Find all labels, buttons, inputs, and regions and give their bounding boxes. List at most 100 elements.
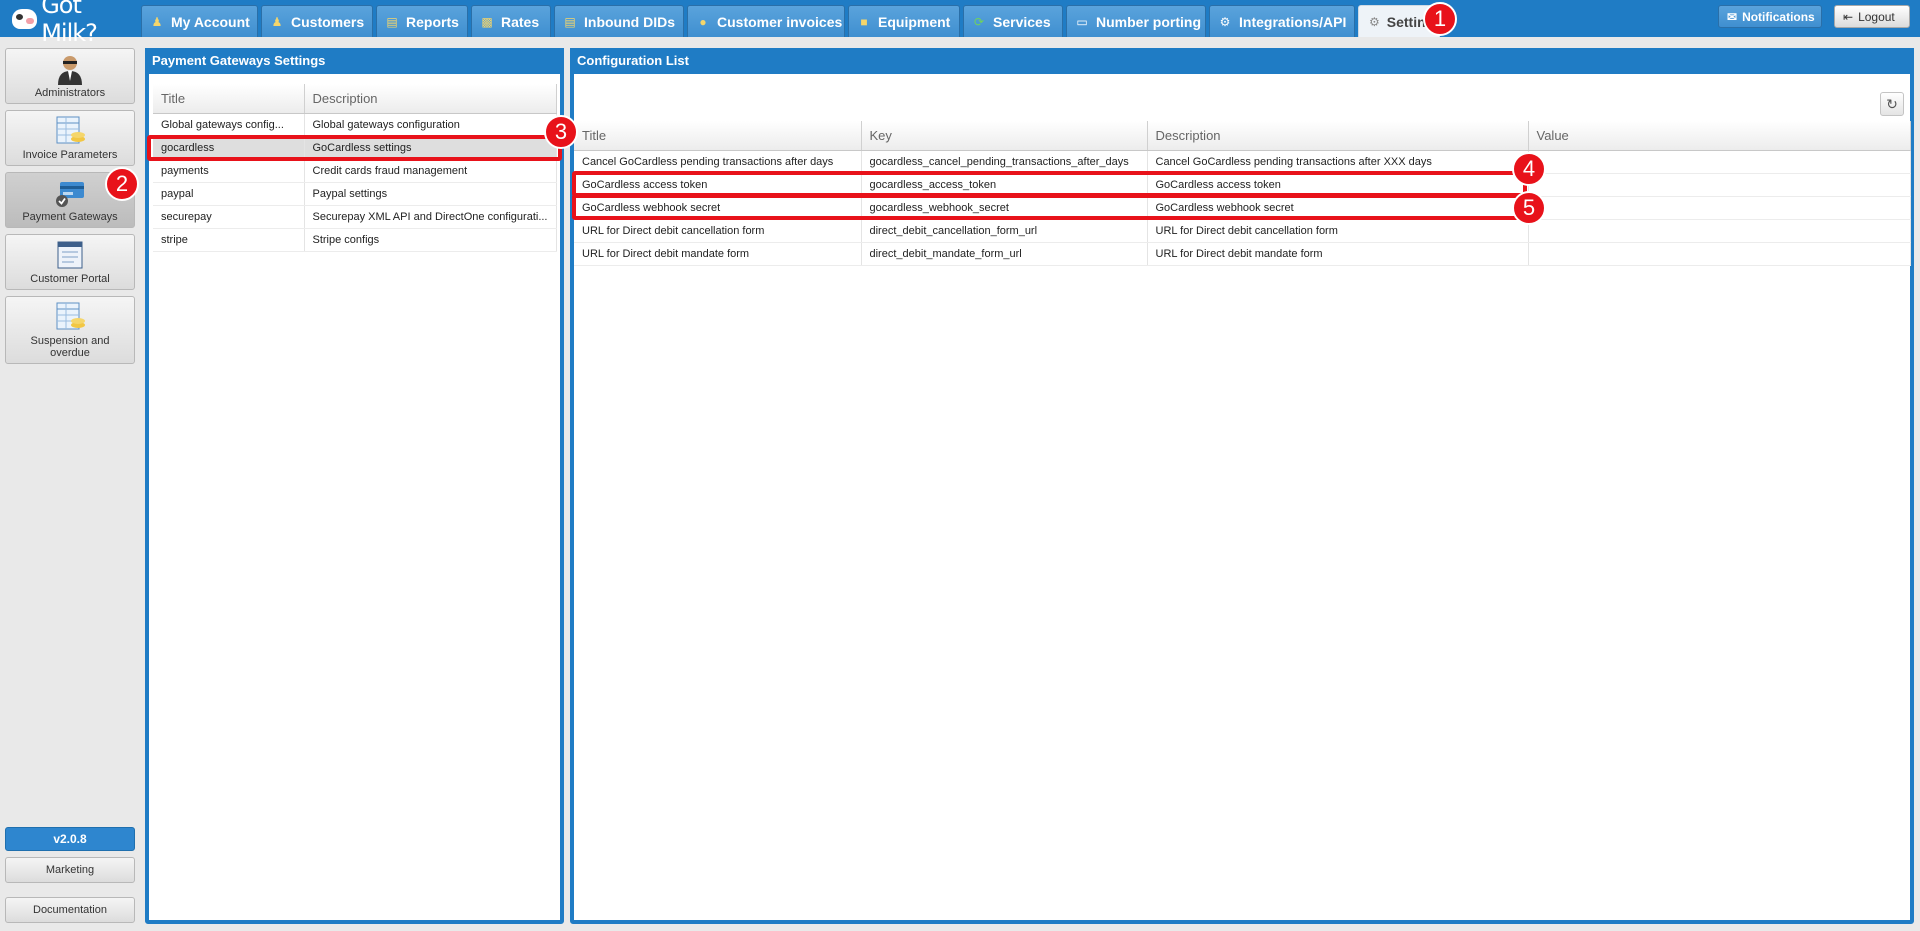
cell-title: Cancel GoCardless pending transactions a… [574,150,862,174]
payment-gateways-panel: Payment Gateways Settings Title Descript… [145,48,564,924]
table-row[interactable]: stripe Stripe configs [153,228,557,252]
logout-button[interactable]: ⇤ Logout [1834,5,1910,28]
cell-description: GoCardless access token [1147,173,1529,197]
tab-label: My Account [171,13,250,30]
invoice-parameters-icon [54,115,86,147]
tab-customer-invoices[interactable]: ● Customer invoices [687,5,845,37]
portal-icon [54,239,86,271]
sidebar-item-label: Payment Gateways [22,211,118,223]
sidebar-item-label: Invoice Parameters [22,149,118,161]
sidebar-item-invoice-parameters[interactable]: Invoice Parameters [5,110,135,166]
payment-card-icon [54,177,86,209]
marketing-button[interactable]: Marketing [5,857,135,883]
tab-integrations-api[interactable]: ⚙ Integrations/API [1209,5,1355,37]
cell-key: gocardless_cancel_pending_transactions_a… [861,150,1148,174]
panel-title: Configuration List [570,48,1914,74]
user-icon: ♟ [151,14,163,29]
column-header-key[interactable]: Key [861,121,1148,151]
top-navigation-bar: Got Milk? ♟ My Account ♟ Customers ▤ Rep… [0,0,1920,47]
tab-equipment[interactable]: ■ Equipment [848,5,960,37]
cell-key: direct_debit_cancellation_form_url [861,219,1148,243]
cell-title: GoCardless webhook secret [574,196,862,220]
table-row[interactable]: URL for Direct debit mandate form direct… [574,242,1911,266]
gear-icon: ⚙ [1219,14,1231,29]
documentation-button[interactable]: Documentation [5,897,135,923]
version-badge[interactable]: v2.0.8 [5,827,135,851]
column-header-description[interactable]: Description [304,84,557,114]
cell-title: URL for Direct debit mandate form [574,242,862,266]
cell-description: Credit cards fraud management [304,159,557,183]
table-row[interactable]: paypal Paypal settings [153,182,557,206]
cell-value[interactable] [1528,196,1911,220]
cow-logo-icon [12,9,38,29]
cell-key: gocardless_access_token [861,173,1148,197]
cell-value[interactable] [1528,173,1911,197]
refresh-button[interactable]: ↻ [1880,92,1904,116]
gears-icon: ⚙ [1369,14,1380,29]
tab-services[interactable]: ⟳ Services [963,5,1063,37]
cell-description: URL for Direct debit mandate form [1147,242,1529,266]
cell-description: URL for Direct debit cancellation form [1147,219,1529,243]
sidebar-item-label: Customer Portal [30,273,110,285]
customer-icon: ♟ [271,14,283,29]
step-marker-4: 4 [1512,152,1546,186]
table-row[interactable]: payments Credit cards fraud management [153,159,557,183]
report-icon: ▤ [386,14,398,29]
rates-icon: ▩ [481,14,493,29]
app-logo[interactable]: Got Milk? [12,0,140,47]
table-row[interactable]: Cancel GoCardless pending transactions a… [574,150,1911,174]
column-header-description[interactable]: Description [1147,121,1529,151]
cell-title: GoCardless access token [574,173,862,197]
box-icon: ■ [860,14,868,29]
table-row[interactable]: GoCardless access token gocardless_acces… [574,173,1911,197]
cell-description: Cancel GoCardless pending transactions a… [1147,150,1529,174]
column-header-value[interactable]: Value [1528,121,1911,151]
cell-title: stripe [153,228,305,252]
table-row-selected[interactable]: gocardless GoCardless settings [153,136,557,160]
column-header-title[interactable]: Title [574,121,862,151]
step-marker-3: 3 [544,115,578,149]
table-row[interactable]: URL for Direct debit cancellation form d… [574,219,1911,243]
table-row[interactable]: securepay Securepay XML API and DirectOn… [153,205,557,229]
tab-reports[interactable]: ▤ Reports [376,5,468,37]
tab-number-porting[interactable]: ▭ Number porting [1066,5,1206,37]
step-marker-2: 2 [105,167,139,201]
cell-value[interactable] [1528,219,1911,243]
tab-rates[interactable]: ▩ Rates [471,5,551,37]
logout-icon: ⇤ [1843,9,1854,24]
notifications-label: Notifications [1742,9,1815,24]
cell-title: paypal [153,182,305,206]
tab-label: Customers [291,13,365,30]
cell-description: GoCardless webhook secret [1147,196,1529,220]
tab-label: Rates [501,13,540,30]
configuration-table: Title Key Description Value Cancel GoCar… [574,121,1911,266]
tab-label: Integrations/API [1239,13,1347,30]
cell-title: gocardless [153,136,305,160]
cell-key: gocardless_webhook_secret [861,196,1148,220]
cell-value[interactable] [1528,150,1911,174]
cell-description: Stripe configs [304,228,557,252]
sidebar-item-customer-portal[interactable]: Customer Portal [5,234,135,290]
tab-customers[interactable]: ♟ Customers [261,5,373,37]
cell-title: Global gateways config... [153,113,305,137]
tab-inbound-dids[interactable]: ▤ Inbound DIDs [554,5,684,37]
step-marker-5: 5 [1512,191,1546,225]
column-header-title[interactable]: Title [153,84,305,114]
envelope-icon: ✉ [1727,9,1738,24]
cell-value[interactable] [1528,242,1911,266]
sidebar-item-label: Suspension and overdue [30,335,110,359]
table-row[interactable]: GoCardless webhook secret gocardless_web… [574,196,1911,220]
gateways-table: Title Description Global gateways config… [153,84,557,252]
sidebar-item-administrators[interactable]: Administrators [5,48,135,104]
notifications-button[interactable]: ✉ Notifications [1718,5,1822,28]
administrator-icon [54,53,86,85]
sidebar-item-suspension-and-overdue[interactable]: Suspension and overdue [5,296,135,364]
tab-label: Equipment [878,13,951,30]
coins-icon: ● [699,14,707,29]
tab-my-account[interactable]: ♟ My Account [141,5,258,37]
configuration-list-panel: Configuration List ↻ Title Key Descripti… [570,48,1914,924]
table-row[interactable]: Global gateways config... Global gateway… [153,113,557,137]
services-icon: ⟳ [973,14,985,29]
panel-title: Payment Gateways Settings [145,48,564,74]
cell-title: URL for Direct debit cancellation form [574,219,862,243]
